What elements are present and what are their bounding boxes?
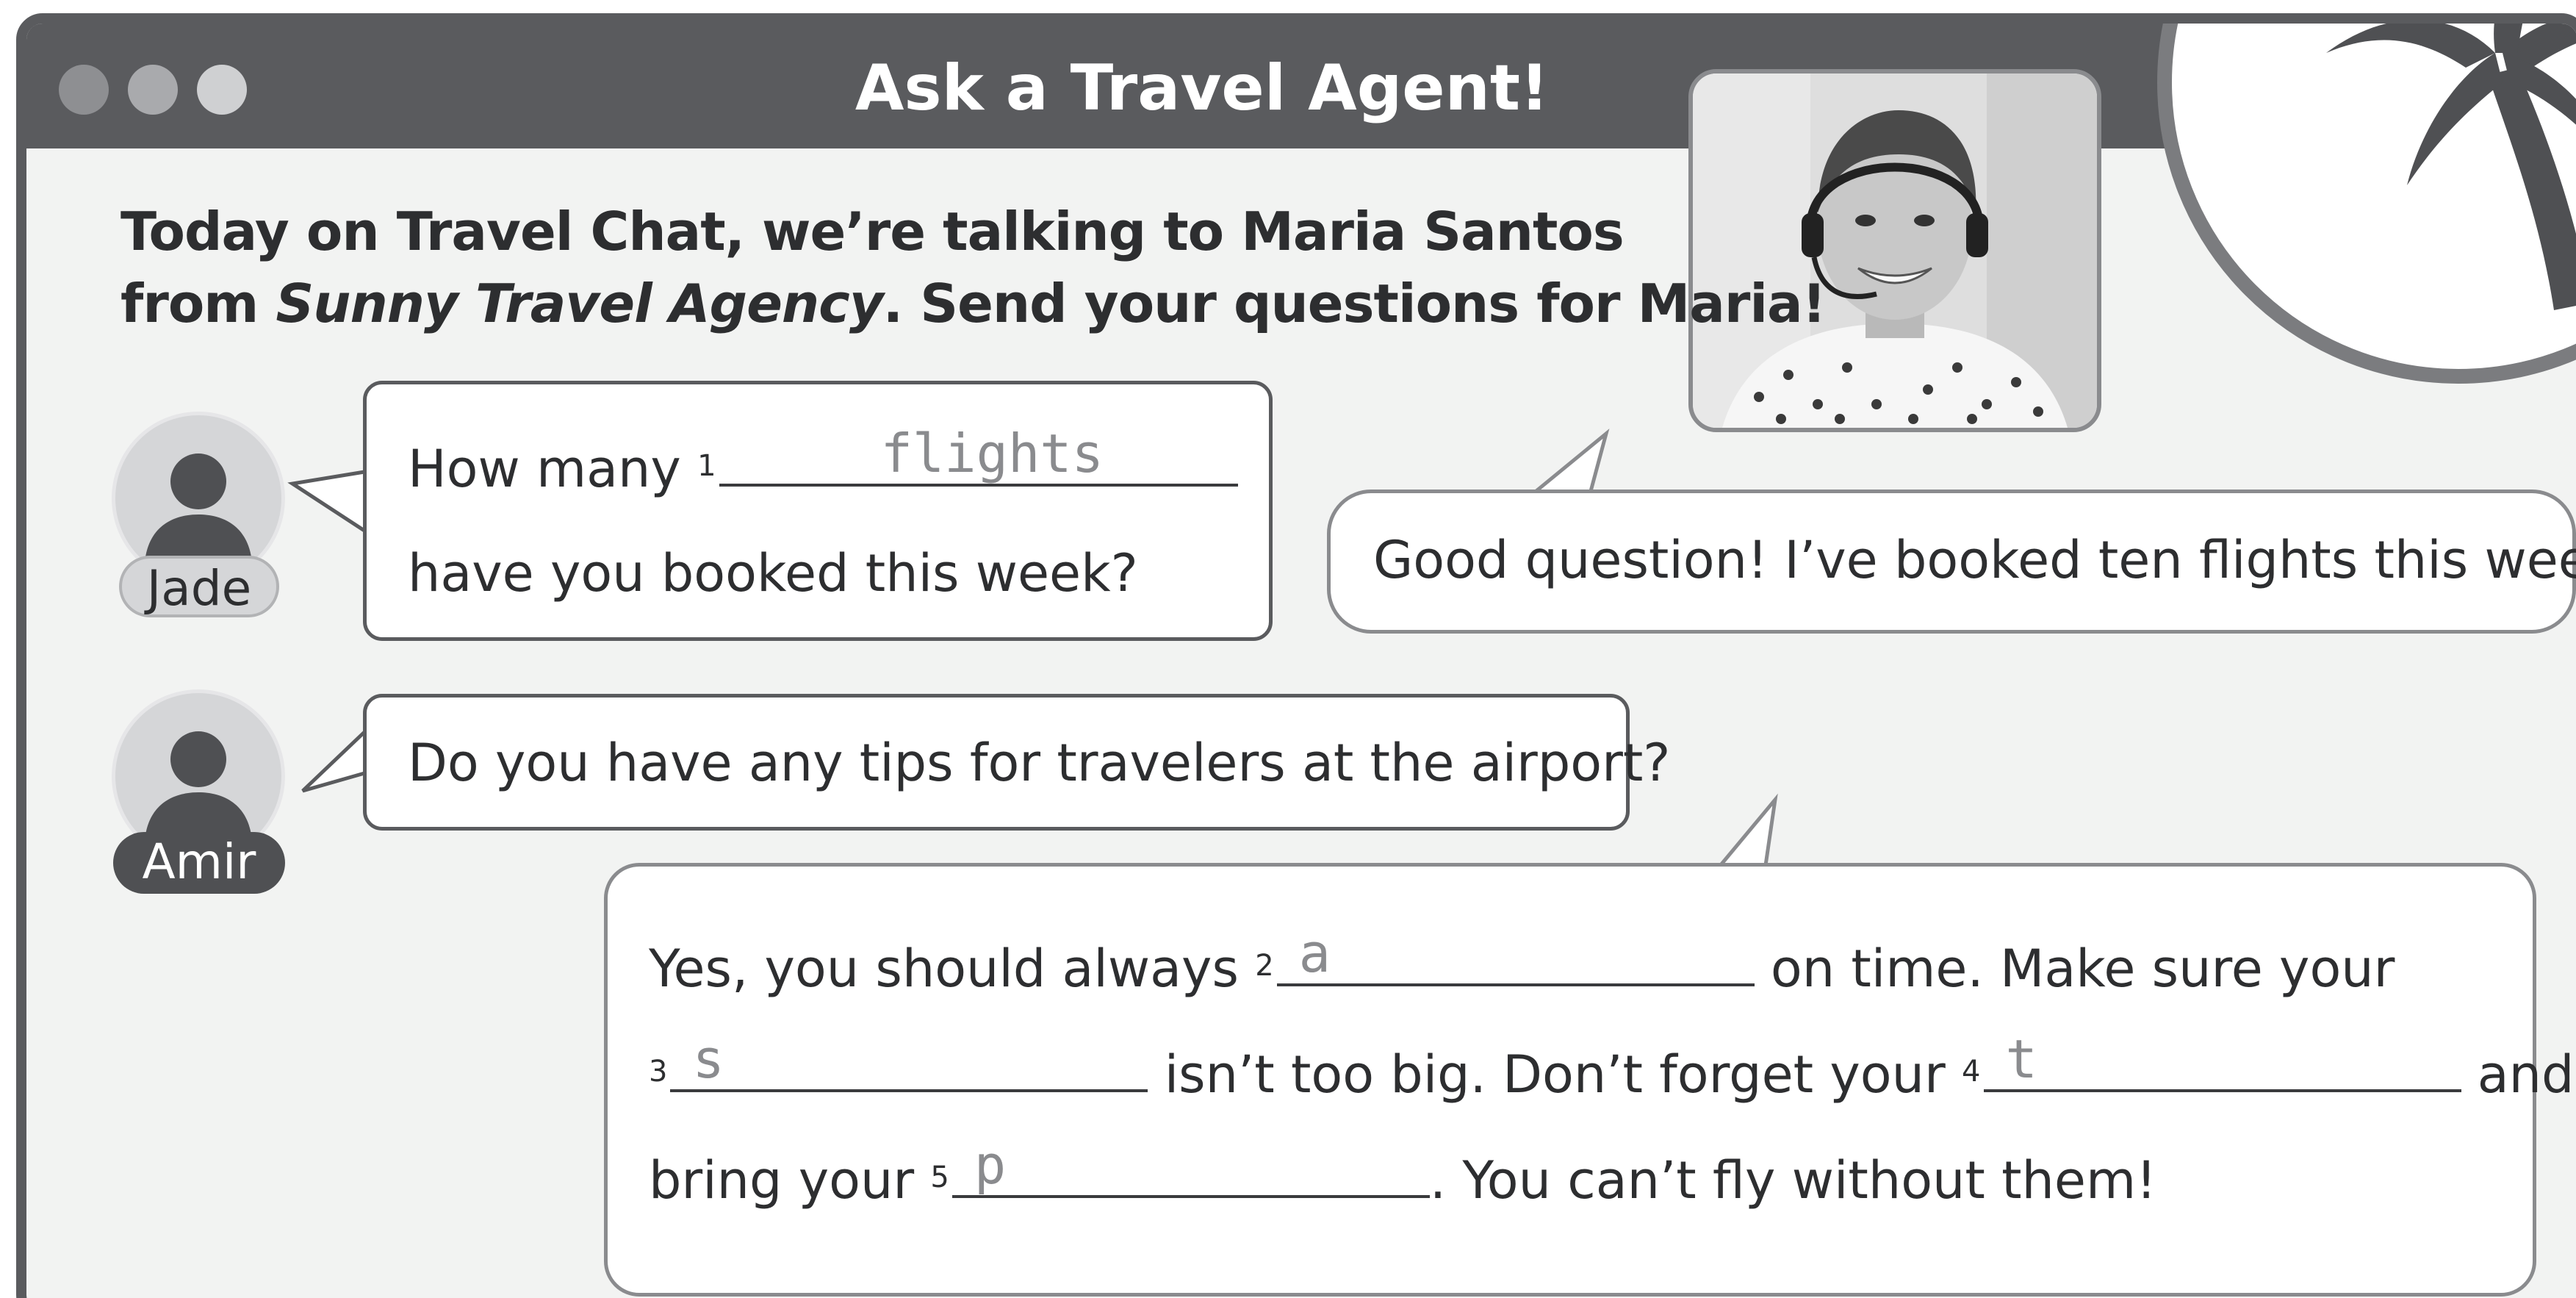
answer-3: s [692,1028,724,1090]
intro-text: Today on Travel Chat, we’re talking to M… [120,196,1827,340]
amir-question-bubble: Do you have any tips for travelers at th… [363,694,1670,831]
jade-question-line-1: How many 1 flights [408,423,1238,502]
bubble-tail [301,731,366,793]
amir-name-tag: Amir [113,832,285,894]
reply-text: . You can’t fly without them! [1429,1150,2157,1211]
blank-number-2: 2 [1255,949,1274,983]
blank-number-3: 3 [649,1055,668,1089]
maria-reply-bubble-2: Yes, you should always 2a on time. Make … [604,863,2574,1297]
answer-blank-2[interactable]: a [1276,922,1755,986]
maria-reply-2-line-3: bring your 5p . You can’t fly without the… [649,1134,2157,1213]
maria-reply-2-line-2: 3s isn’t too big. Don’t forget your 4t a… [649,1028,2575,1108]
reply-text: on time. Make sure your [1770,939,2395,999]
answer-5: p [974,1134,1007,1196]
answer-4: t [2005,1028,2037,1090]
answer-1: flights [880,423,1104,484]
blank-number-1: 1 [697,449,716,483]
stage: Ask a Travel Agent! Today on Travel Chat… [0,0,2576,1298]
reply-text: isn’t too big. Don’t forget your [1164,1044,1946,1105]
chat-window: Ask a Travel Agent! Today on Travel Chat… [16,13,2576,1298]
intro-rest: . Send your questions for Maria! [882,273,1827,334]
maria-reply-2-line-1: Yes, you should always 2a on time. Make … [649,922,2395,1002]
reply-text: and [2477,1044,2575,1105]
answer-blank-3[interactable]: s [670,1028,1148,1092]
window-control-dot[interactable] [59,65,109,115]
amir-question-text: Do you have any tips for travelers at th… [408,733,1671,793]
window-control-dot[interactable] [128,65,178,115]
window-title: Ask a Travel Agent! [855,51,1550,125]
jade-question-line-2: have you booked this week? [408,543,1138,603]
intro-from: from [120,273,276,334]
maria-reply-1-text: Good question! I’ve booked ten flights t… [1373,530,2576,590]
jade-name-tag: Jade [119,556,279,617]
answer-2: a [1298,922,1331,984]
bubble-tail [287,470,366,533]
reply-text: Yes, you should always [649,939,1239,999]
window-control-dot[interactable] [197,65,247,115]
maria-reply-bubble-1: Good question! I’ve booked ten flights t… [1327,490,2576,634]
answer-blank-4[interactable]: t [1983,1028,2461,1092]
answer-blank-1[interactable]: flights [719,423,1238,487]
agency-name: Sunny Travel Agency [276,273,883,334]
jade-question-text-1: How many [408,439,681,499]
answer-blank-5[interactable]: p [951,1134,1430,1198]
jade-question-bubble: How many 1 flights have you booked this w… [363,381,1273,641]
blank-number-5: 5 [930,1161,949,1194]
reply-text: bring your [649,1150,915,1211]
palm-tree-icon [2143,24,2576,406]
intro-line-1: Today on Travel Chat, we’re talking to M… [120,201,1625,262]
blank-number-4: 4 [1962,1055,1981,1089]
intro-line-2: from Sunny Travel Agency. Send your ques… [120,268,1827,340]
